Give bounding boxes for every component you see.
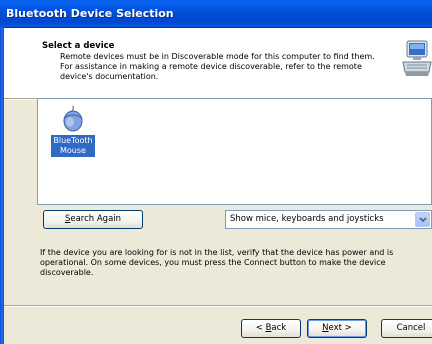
info-text: If the device you are looking for is not… xyxy=(40,248,410,278)
next-label: ext > xyxy=(328,323,352,333)
back-prefix: < xyxy=(255,323,266,333)
back-label: ack xyxy=(271,323,287,333)
dropdown-arrow-button[interactable] xyxy=(415,212,430,227)
search-again-label: earch Again xyxy=(70,214,122,224)
list-item[interactable]: BlueTooth Mouse xyxy=(49,104,97,157)
info-line: operational. On some devices, you must p… xyxy=(40,258,386,267)
header-description-line: For assistance in making a remote device… xyxy=(60,62,362,71)
info-line: If the device you are looking for is not… xyxy=(40,248,394,257)
bluetooth-computer-icon xyxy=(402,40,432,76)
next-button[interactable]: Next > xyxy=(307,319,367,338)
wizard-header: Select a device Remote devices must be i… xyxy=(4,28,432,98)
header-description-line: device's documentation. xyxy=(60,72,159,81)
device-list[interactable]: BlueTooth Mouse xyxy=(37,98,432,205)
mouse-icon xyxy=(63,105,83,132)
cancel-label: Cancel xyxy=(396,323,426,333)
header-title: Select a device xyxy=(42,41,115,51)
device-label-line: BlueTooth xyxy=(53,136,93,145)
cancel-button[interactable]: Cancel xyxy=(381,319,432,338)
chevron-down-icon xyxy=(419,217,427,223)
header-description-line: Remote devices must be in Discoverable m… xyxy=(60,52,375,61)
device-label-line: Mouse xyxy=(60,146,86,155)
header-description: Remote devices must be in Discoverable m… xyxy=(60,52,380,82)
footer-divider xyxy=(4,305,432,307)
title-bar[interactable]: Bluetooth Device Selection xyxy=(0,0,432,28)
device-label: BlueTooth Mouse xyxy=(51,135,95,157)
device-filter-value: Show mice, keyboards and joysticks xyxy=(230,214,384,224)
bluetooth-device-selection-window: Bluetooth Device Selection Select a devi… xyxy=(0,0,432,344)
info-line: discoverable. xyxy=(40,268,94,277)
back-button[interactable]: < Back xyxy=(241,319,301,338)
window-title: Bluetooth Device Selection xyxy=(6,7,174,20)
device-filter-select[interactable]: Show mice, keyboards and joysticks xyxy=(225,210,432,229)
search-again-button[interactable]: Search Again xyxy=(43,210,143,229)
